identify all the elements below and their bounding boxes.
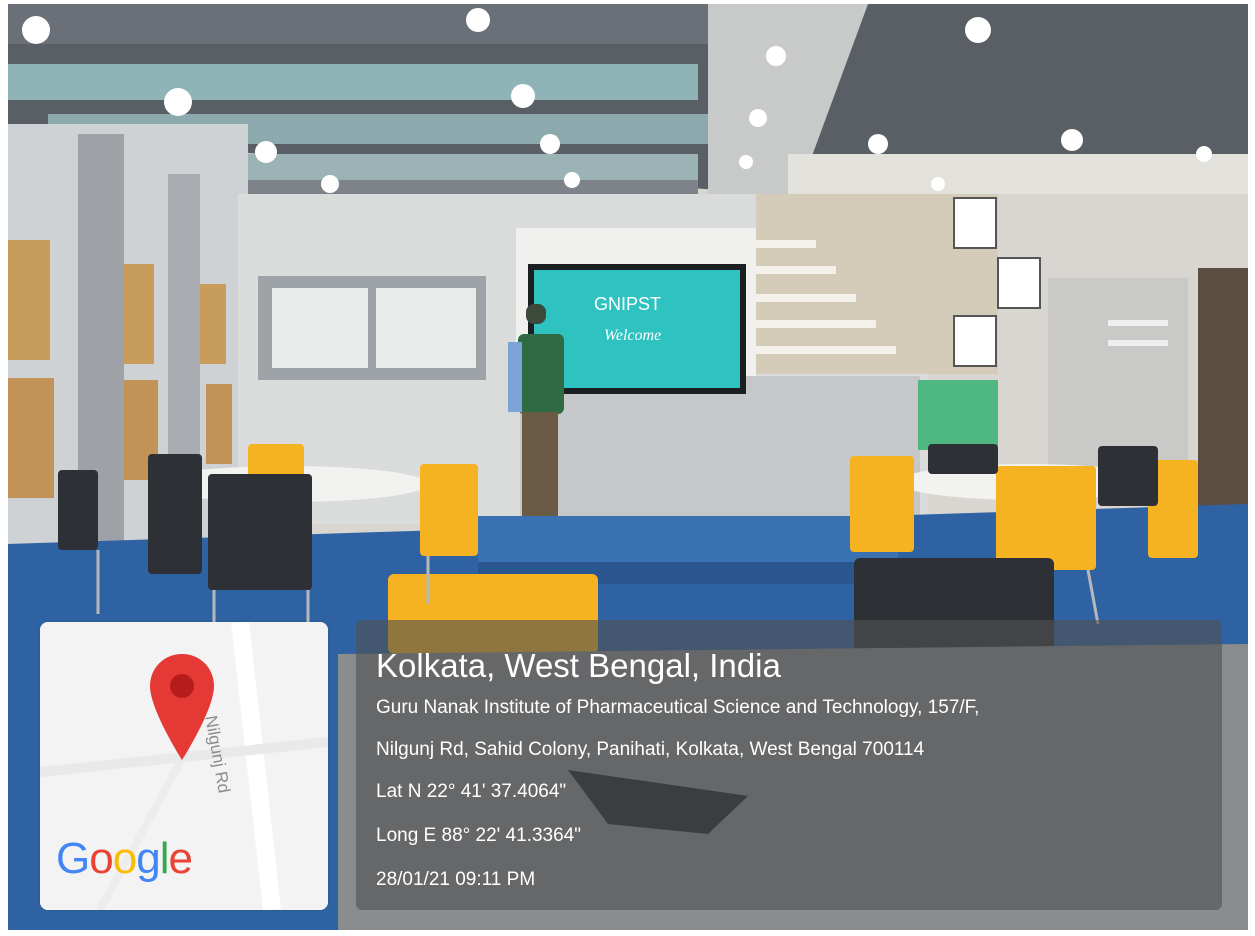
map-pin-icon <box>148 652 216 767</box>
timestamp-text: 28/01/21 09:11 PM <box>376 869 536 890</box>
screen-title: GNIPST <box>594 294 661 314</box>
location-title: Kolkata, West Bengal, India <box>376 647 781 684</box>
latitude-text: Lat N 22° 41' 37.4064" <box>376 781 567 802</box>
longitude-text: Long E 88° 22' 41.3364" <box>376 825 581 846</box>
address-line-1: Guru Nanak Institute of Pharmaceutical S… <box>376 697 980 718</box>
screen-subtitle: Welcome <box>604 327 661 344</box>
google-logo: Google <box>56 834 193 883</box>
address-line-2: Nilgunj Rd, Sahid Colony, Panihati, Kolk… <box>376 739 925 760</box>
location-info-panel: Kolkata, West Bengal, India Guru Nanak I… <box>356 620 1222 910</box>
map-thumbnail: Nilgunj Rd Google <box>40 622 328 910</box>
